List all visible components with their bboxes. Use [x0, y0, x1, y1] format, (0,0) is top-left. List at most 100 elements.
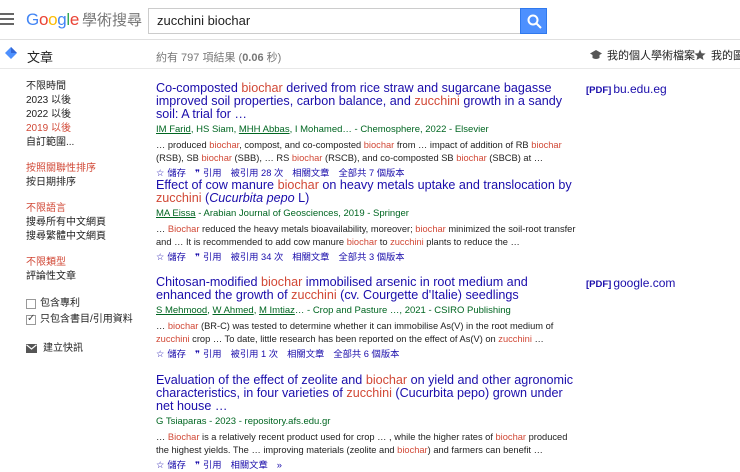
save-button[interactable]: ☆ 儲存	[156, 252, 186, 262]
highlighted-term: biochar	[456, 153, 487, 163]
result-actions: ☆ 儲存 ❞ 引用 被引用 34 次相關文章 全部共 3 個版本	[156, 251, 576, 263]
search-input[interactable]: zucchini biochar	[148, 8, 521, 34]
result-title-link[interactable]: Chitosan-modified biochar immobilised ar…	[156, 276, 576, 302]
all-versions-link[interactable]: 全部共 3 個版本	[338, 252, 404, 262]
result-actions: ☆ 儲存 ❞ 引用 相關文章 »	[156, 459, 576, 471]
top-bar: Google 學術搜尋 zucchini biochar	[0, 0, 740, 40]
action-label: 儲存	[167, 168, 186, 178]
result-item: Evaluation of the effect of zeolite and …	[156, 374, 576, 471]
create-alert-button[interactable]: 建立快訊	[26, 342, 136, 356]
filter-any-language[interactable]: 不限語言	[26, 202, 136, 216]
result-authors-source: MA Eissa - Arabian Journal of Geoscience…	[156, 208, 576, 219]
related-articles-link[interactable]: 相關文章	[292, 252, 329, 262]
snippet-text: …	[156, 432, 168, 442]
result-snippet: … produced biochar, compost, and co-comp…	[156, 139, 576, 165]
cite-button[interactable]: ❞ 引用	[195, 252, 222, 262]
star-icon	[694, 49, 706, 60]
result-item: Co-composted biochar derived from rice s…	[156, 82, 576, 179]
pdf-link[interactable]: [PDF] google.com	[586, 276, 675, 290]
title-text: on heavy metals uptake and translocation…	[318, 178, 572, 192]
title-text: Effect of cow manure	[156, 178, 278, 192]
author-link[interactable]: MHH Abbas	[239, 124, 290, 135]
filter-since-2022[interactable]: 2022 以後	[26, 108, 136, 122]
snippet-text: (SBB), … RS	[231, 153, 292, 163]
highlighted-term: biochar	[261, 275, 303, 289]
snippet-text: , compost, and co-composted	[239, 140, 364, 150]
filter-custom-range[interactable]: 自訂範圍...	[26, 136, 136, 150]
search-button[interactable]	[520, 8, 547, 34]
action-label: 被引用 28 次	[230, 168, 284, 178]
action-label: 被引用 1 次	[230, 349, 279, 359]
highlighted-term: biochar	[415, 224, 446, 234]
filter-since-2019[interactable]: 2019 以後	[26, 122, 136, 136]
result-actions: ☆ 儲存 ❞ 引用 被引用 1 次相關文章 全部共 6 個版本	[156, 348, 576, 360]
author-link[interactable]: W Ahmed	[213, 305, 254, 316]
sort-by-relevance[interactable]: 按照關聯性排序	[26, 162, 136, 176]
more-options-icon[interactable]: »	[277, 460, 282, 470]
highlighted-term: zucchini	[346, 386, 392, 400]
result-authors-source: S Mehmood, W Ahmed, M Imtiaz… - Crop and…	[156, 305, 576, 316]
author-link[interactable]: IM Farid	[156, 124, 191, 135]
filter-review-articles[interactable]: 評論性文章	[26, 270, 136, 284]
sort-by-date[interactable]: 按日期排序	[26, 176, 136, 190]
hamburger-menu-icon[interactable]	[0, 8, 16, 30]
author-link[interactable]: S Mehmood	[156, 305, 207, 316]
result-title-link[interactable]: Effect of cow manure biochar on heavy me…	[156, 179, 576, 205]
result-title-link[interactable]: Evaluation of the effect of zeolite and …	[156, 374, 576, 413]
filter-chinese-pages[interactable]: 搜尋所有中文網頁	[26, 216, 136, 230]
author-link[interactable]: MA Eissa	[156, 208, 196, 219]
snippet-text: …	[531, 334, 544, 344]
filter-traditional-chinese-pages[interactable]: 搜尋繁體中文網頁	[26, 230, 136, 244]
title-text: Co-composted	[156, 81, 242, 95]
filter-any-time[interactable]: 不限時間	[26, 80, 136, 94]
related-articles-link[interactable]: 相關文章	[292, 168, 329, 178]
pdf-tag: [PDF]	[586, 85, 612, 96]
cited-by-link[interactable]: 被引用 34 次	[231, 252, 284, 262]
result-authors-source: IM Farid, HS Siam, MHH Abbas, I Mohamed……	[156, 124, 576, 135]
cited-by-link[interactable]: 被引用 1 次	[231, 349, 279, 359]
my-profile-link[interactable]: 我的個人學術檔案	[590, 47, 695, 63]
google-scholar-logo[interactable]: Google 學術搜尋	[26, 9, 142, 30]
action-label: 被引用 34 次	[230, 252, 284, 262]
cited-by-link[interactable]: 被引用 28 次	[231, 168, 284, 178]
related-articles-link[interactable]: 相關文章	[231, 460, 268, 470]
snippet-text: crop … To date, little research has been…	[189, 334, 499, 344]
cite-button[interactable]: ❞ 引用	[195, 460, 222, 470]
highlighted-term: biochar	[397, 445, 428, 455]
articles-icon	[5, 47, 17, 59]
snippet-text: …	[156, 224, 168, 234]
quote-icon: ❞	[194, 349, 200, 359]
source-text: … - Crop and Pasture …, 2021 - CSIRO Pub…	[294, 305, 511, 316]
filter-any-type[interactable]: 不限類型	[26, 256, 136, 270]
quote-icon: ❞	[194, 168, 200, 178]
highlighted-term: biochar	[495, 432, 527, 442]
result-title-link[interactable]: Co-composted biochar derived from rice s…	[156, 82, 576, 121]
save-button[interactable]: ☆ 儲存	[156, 460, 186, 470]
results-count: 約有 797 項結果 (0.06 秒)	[156, 52, 282, 64]
highlighted-term: zucchini	[498, 334, 532, 344]
include-patents-checkbox[interactable]: 包含專利	[26, 298, 136, 310]
highlighted-term: zucchini	[156, 334, 190, 344]
action-label: 相關文章	[292, 252, 330, 262]
filter-since-2023[interactable]: 2023 以後	[26, 94, 136, 108]
action-label: 儲存	[167, 460, 186, 470]
include-citations-checkbox[interactable]: 只包含書目/引用資料	[26, 313, 136, 326]
title-text: (cv. Courgette d'Italie) seedlings	[336, 288, 519, 302]
all-versions-link[interactable]: 全部共 6 個版本	[333, 349, 399, 359]
save-button[interactable]: ☆ 儲存	[156, 168, 186, 178]
my-library-link[interactable]: 我的圖書	[694, 47, 740, 63]
action-label: 相關文章	[287, 349, 325, 359]
snippet-text: plants to reduce the …	[423, 237, 520, 247]
search-icon	[527, 14, 542, 29]
cite-button[interactable]: ❞ 引用	[195, 168, 222, 178]
cite-button[interactable]: ❞ 引用	[195, 349, 222, 359]
source-text: , I Mohamed… - Chemosphere, 2022 - Elsev…	[289, 124, 489, 135]
quote-icon: ❞	[194, 460, 200, 470]
all-versions-link[interactable]: 全部共 7 個版本	[338, 168, 404, 178]
star-icon: ☆	[156, 349, 165, 359]
pdf-link[interactable]: [PDF] bu.edu.eg	[586, 82, 667, 96]
related-articles-link[interactable]: 相關文章	[287, 349, 324, 359]
pdf-tag: [PDF]	[586, 279, 612, 290]
author-link[interactable]: M Imtiaz	[259, 305, 295, 316]
save-button[interactable]: ☆ 儲存	[156, 349, 186, 359]
